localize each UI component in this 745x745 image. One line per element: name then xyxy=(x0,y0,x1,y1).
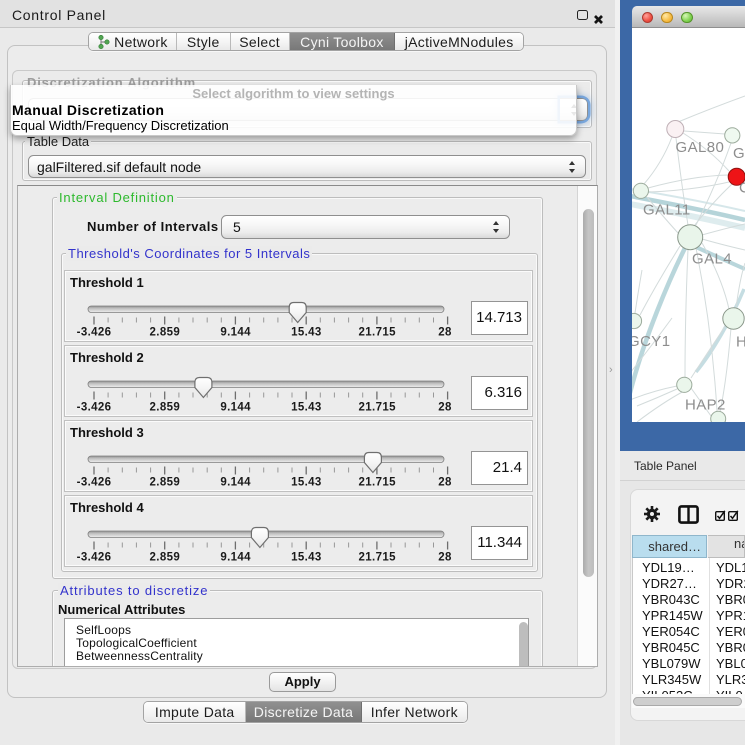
svg-text:15.43: 15.43 xyxy=(291,327,322,339)
svg-text:21.715: 21.715 xyxy=(359,477,397,489)
svg-text:-3.426: -3.426 xyxy=(77,552,112,564)
svg-text:GAL80: GAL80 xyxy=(676,139,725,156)
svg-text:H: H xyxy=(736,334,745,351)
svg-text:9.144: 9.144 xyxy=(220,402,251,414)
svg-text:15.43: 15.43 xyxy=(291,402,322,414)
svg-text:2.859: 2.859 xyxy=(150,402,181,414)
svg-text:-3.426: -3.426 xyxy=(77,402,112,414)
svg-text:21.715: 21.715 xyxy=(359,552,397,564)
svg-text:GAL4: GAL4 xyxy=(692,251,732,268)
svg-text:2.859: 2.859 xyxy=(150,327,181,339)
svg-text:28: 28 xyxy=(438,552,452,564)
svg-text:GCY1: GCY1 xyxy=(632,333,670,350)
svg-text:21.715: 21.715 xyxy=(359,402,397,414)
svg-text:GA: GA xyxy=(733,145,745,162)
svg-text:28: 28 xyxy=(438,477,452,489)
svg-text:9.144: 9.144 xyxy=(220,477,251,489)
svg-text:9.144: 9.144 xyxy=(220,552,251,564)
svg-text:15.43: 15.43 xyxy=(291,477,322,489)
svg-text:21.715: 21.715 xyxy=(359,327,397,339)
svg-text:-3.426: -3.426 xyxy=(77,477,112,489)
svg-text:28: 28 xyxy=(438,327,452,339)
svg-text:9.144: 9.144 xyxy=(220,327,251,339)
svg-text:2.859: 2.859 xyxy=(150,477,181,489)
svg-text:-3.426: -3.426 xyxy=(77,327,112,339)
svg-text:15.43: 15.43 xyxy=(291,552,322,564)
svg-text:GAL11: GAL11 xyxy=(643,202,691,219)
svg-text:2.859: 2.859 xyxy=(150,552,181,564)
svg-text:28: 28 xyxy=(438,402,452,414)
svg-text:C: C xyxy=(739,180,745,197)
svg-text:HAP2: HAP2 xyxy=(685,397,726,414)
